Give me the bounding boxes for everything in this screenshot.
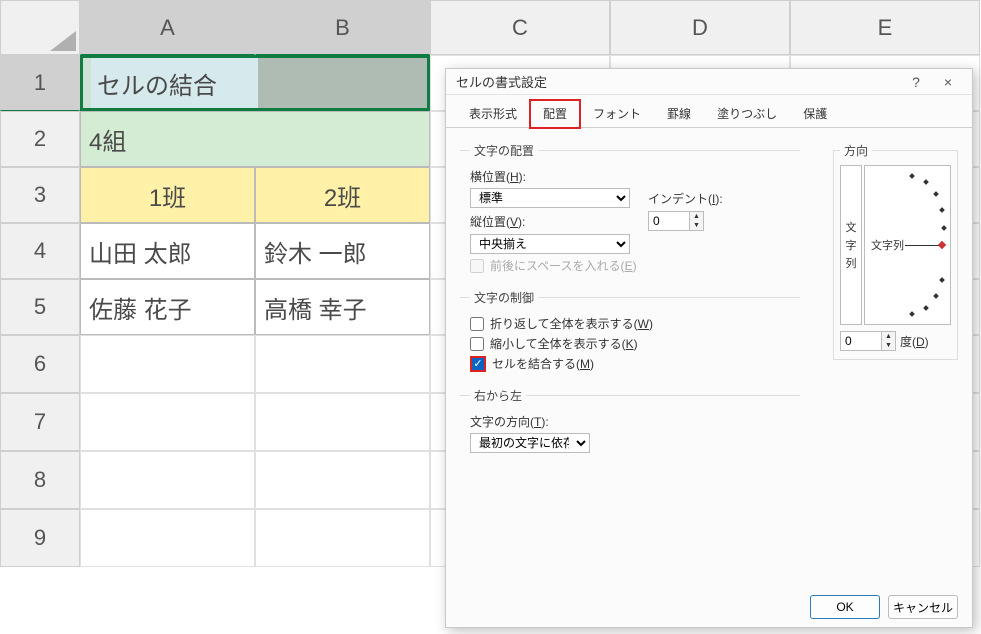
deg-up-icon[interactable]: ▲ — [882, 332, 895, 341]
tab-alignment[interactable]: 配置 — [530, 100, 580, 128]
dialog-footer: OK キャンセル — [446, 587, 972, 627]
wrap-text-label: 折り返して全体を表示する(W) — [490, 315, 653, 332]
wrap-text-checkbox[interactable] — [470, 317, 484, 331]
tab-font[interactable]: フォント — [580, 100, 654, 128]
deg-down-icon[interactable]: ▼ — [882, 341, 895, 350]
cell-a2-b2-merged[interactable]: 4組 — [80, 111, 430, 167]
indent-input[interactable] — [648, 211, 690, 231]
rtl-group: 右から左 文字の方向(T): 最初の文字に依存 — [460, 387, 800, 456]
dialog-titlebar[interactable]: セルの書式設定 ? × — [446, 69, 972, 95]
cell-a1-b1-merged-selection[interactable]: セルの結合 — [80, 55, 430, 111]
close-button[interactable]: × — [932, 74, 964, 90]
text-alignment-group: 文字の配置 横位置(H): 標準 インデント(I): 縦位置(V): ▲▼ 中央… — [460, 142, 800, 277]
vertical-text-button[interactable]: 文字列 — [840, 165, 862, 325]
dialog-tabs: 表示形式 配置 フォント 罫線 塗りつぶし 保護 — [446, 95, 972, 128]
cell-a8[interactable] — [80, 451, 255, 509]
indent-spinner[interactable]: ▲▼ — [648, 211, 704, 231]
orientation-legend: 方向 — [840, 142, 872, 159]
tab-border[interactable]: 罫線 — [654, 100, 704, 128]
row-header-3[interactable]: 3 — [0, 167, 80, 223]
indent-up-icon[interactable]: ▲ — [690, 212, 703, 221]
shrink-to-fit-label: 縮小して全体を表示する(K) — [490, 335, 638, 352]
degrees-spinner[interactable]: ▲▼ — [840, 331, 896, 351]
format-cells-dialog: セルの書式設定 ? × 表示形式 配置 フォント 罫線 塗りつぶし 保護 文字の… — [445, 68, 973, 628]
indent-label: インデント(I): — [648, 190, 723, 207]
row-header-4[interactable]: 4 — [0, 223, 80, 279]
cell-a1[interactable]: セルの結合 — [91, 58, 263, 108]
row-header-1[interactable]: 1 — [0, 55, 80, 111]
text-alignment-legend: 文字の配置 — [470, 142, 538, 159]
col-header-c[interactable]: C — [430, 0, 610, 55]
col-header-b[interactable]: B — [255, 0, 430, 55]
cell-a5[interactable]: 佐藤 花子 — [80, 279, 255, 335]
cell-b9[interactable] — [255, 509, 430, 567]
textdir-label: 文字の方向(T): — [470, 413, 549, 430]
help-button[interactable]: ? — [900, 74, 932, 90]
cell-a4[interactable]: 山田 太郎 — [80, 223, 255, 279]
text-control-group: 文字の制御 折り返して全体を表示する(W) 縮小して全体を表示する(K) ✓ セ… — [460, 289, 800, 375]
row-header-9[interactable]: 9 — [0, 509, 80, 567]
row-header-7[interactable]: 7 — [0, 393, 80, 451]
justify-distributed-checkbox — [470, 259, 484, 273]
valign-label: 縦位置(V): — [470, 213, 540, 230]
row-header-2[interactable]: 2 — [0, 111, 80, 167]
textdir-select[interactable]: 最初の文字に依存 — [470, 433, 590, 453]
col-header-a[interactable]: A — [80, 0, 255, 55]
row-header-5[interactable]: 5 — [0, 279, 80, 335]
col-header-e[interactable]: E — [790, 0, 980, 55]
degrees-label: 度(D) — [900, 333, 929, 350]
cancel-button[interactable]: キャンセル — [888, 595, 958, 619]
tab-protection[interactable]: 保護 — [790, 100, 840, 128]
tab-number-format[interactable]: 表示形式 — [456, 100, 530, 128]
halign-select[interactable]: 標準 — [470, 188, 630, 208]
merge-cells-checkbox[interactable]: ✓ — [470, 356, 486, 372]
row-header-8[interactable]: 8 — [0, 451, 80, 509]
dialog-title: セルの書式設定 — [456, 72, 900, 91]
degrees-input[interactable] — [840, 331, 882, 351]
text-control-legend: 文字の制御 — [470, 289, 538, 306]
cell-a9[interactable] — [80, 509, 255, 567]
cell-a7[interactable] — [80, 393, 255, 451]
cell-b5[interactable]: 高橋 幸子 — [255, 279, 430, 335]
halign-label: 横位置(H): — [470, 168, 540, 185]
col-header-d[interactable]: D — [610, 0, 790, 55]
valign-select[interactable]: 中央揃え — [470, 234, 630, 254]
tab-fill[interactable]: 塗りつぶし — [704, 100, 790, 128]
cell-a6[interactable] — [80, 335, 255, 393]
orientation-dial-text: 文字列 — [871, 237, 904, 253]
shrink-to-fit-checkbox[interactable] — [470, 337, 484, 351]
ok-button[interactable]: OK — [810, 595, 880, 619]
cell-b6[interactable] — [255, 335, 430, 393]
merge-cells-label: セルを結合する(M) — [492, 355, 594, 372]
cell-a3[interactable]: 1班 — [80, 167, 255, 223]
rtl-legend: 右から左 — [470, 387, 526, 404]
indent-down-icon[interactable]: ▼ — [690, 221, 703, 230]
cell-b3[interactable]: 2班 — [255, 167, 430, 223]
justify-distributed-label: 前後にスペースを入れる(E) — [490, 257, 637, 274]
row-header-6[interactable]: 6 — [0, 335, 80, 393]
orientation-dial[interactable]: 文字列 — [864, 165, 951, 325]
cell-b8[interactable] — [255, 451, 430, 509]
cell-b4[interactable]: 鈴木 一郎 — [255, 223, 430, 279]
dialog-body: 文字の配置 横位置(H): 標準 インデント(I): 縦位置(V): ▲▼ 中央… — [446, 128, 972, 587]
orientation-group: 方向 文字列 文字列 — [833, 138, 958, 372]
select-all-corner[interactable] — [0, 0, 80, 55]
cell-b1[interactable] — [258, 58, 427, 108]
cell-b7[interactable] — [255, 393, 430, 451]
